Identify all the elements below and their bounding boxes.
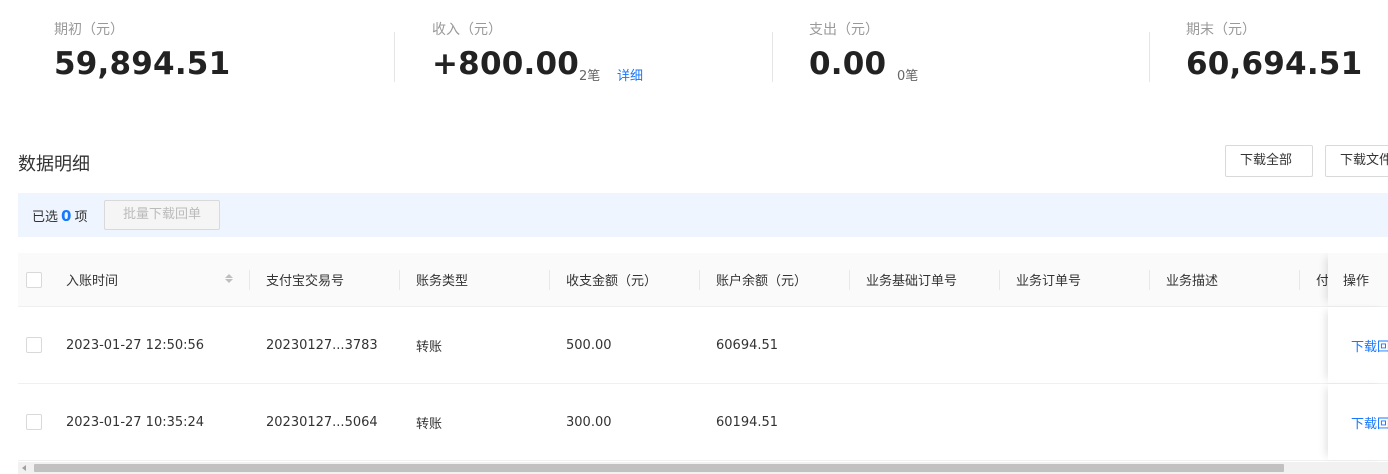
cell-time: 2023-01-27 10:35:24 bbox=[66, 414, 205, 430]
opening-balance-label: 期初（元） bbox=[54, 22, 124, 38]
income-label: 收入（元） bbox=[432, 22, 502, 38]
cell-amount: 300.00 bbox=[566, 414, 612, 430]
cell-trade-no: 20230127...5064 bbox=[266, 414, 378, 430]
header-action: 操作 bbox=[1343, 274, 1370, 289]
row-checkbox[interactable] bbox=[26, 337, 42, 353]
column-separator bbox=[999, 270, 1000, 290]
column-separator bbox=[699, 270, 700, 290]
sort-icon[interactable] bbox=[224, 273, 234, 287]
scroll-left-arrow-icon[interactable] bbox=[22, 465, 26, 471]
cell-balance: 60194.51 bbox=[716, 414, 779, 430]
income-count: 2笔 bbox=[579, 69, 601, 84]
horizontal-scrollbar[interactable] bbox=[18, 462, 1388, 474]
opening-balance-value: 59,894.51 bbox=[54, 46, 231, 82]
header-time[interactable]: 入账时间 bbox=[66, 253, 118, 306]
column-separator bbox=[1299, 270, 1300, 290]
summary-panel: 期初（元） 59,894.51 收入（元） +800.00 2笔 详细 支出（元… bbox=[0, 0, 1388, 110]
summary-divider bbox=[1149, 32, 1150, 82]
column-separator bbox=[549, 270, 550, 290]
column-separator bbox=[249, 270, 250, 290]
row-checkbox-cell bbox=[26, 307, 42, 383]
cell-amount: 500.00 bbox=[566, 337, 612, 353]
select-all-checkbox-cell bbox=[26, 253, 42, 306]
row-checkbox-cell bbox=[26, 384, 42, 460]
action-column-cell: 下载回单 bbox=[1328, 384, 1388, 460]
selection-suffix: 项 bbox=[74, 210, 88, 225]
batch-download-receipts-button[interactable]: 批量下载回单 bbox=[104, 200, 220, 230]
summary-divider bbox=[394, 32, 395, 82]
table-row[interactable]: 2023-01-27 10:35:24 20230127...5064 转账 3… bbox=[18, 384, 1388, 461]
closing-balance-value: 60,694.51 bbox=[1186, 46, 1363, 82]
column-separator bbox=[1149, 270, 1150, 290]
download-receipt-link[interactable]: 下载回单 bbox=[1351, 307, 1388, 383]
download-receipt-link[interactable]: 下载回单 bbox=[1351, 384, 1388, 460]
download-file-button[interactable]: 下载文件 bbox=[1325, 145, 1388, 177]
action-column-header: 操作 bbox=[1328, 253, 1388, 306]
header-order: 业务订单号 bbox=[1016, 274, 1082, 289]
selection-count: 0 bbox=[61, 207, 72, 225]
income-value: +800.00 bbox=[432, 46, 580, 82]
cell-type: 转账 bbox=[416, 339, 443, 355]
income-detail-link[interactable]: 详细 bbox=[617, 65, 643, 84]
cell-trade-no: 20230127...3783 bbox=[266, 337, 378, 353]
select-all-checkbox[interactable] bbox=[26, 271, 42, 288]
column-separator bbox=[399, 270, 400, 290]
header-type: 账务类型 bbox=[416, 274, 469, 289]
selection-prefix: 已选 bbox=[32, 210, 59, 225]
header-amount: 收支金额（元） bbox=[566, 274, 658, 289]
header-trade-no: 支付宝交易号 bbox=[266, 274, 345, 289]
transactions-table: 入账时间 支付宝交易号 账务类型 收支金额（元） 账户余额（元） 业务基础订单号… bbox=[18, 253, 1388, 463]
selection-bar: 已选 0 项 批量下载回单 bbox=[18, 193, 1388, 237]
table-row[interactable]: 2023-01-27 12:50:56 20230127...3783 转账 5… bbox=[18, 307, 1388, 384]
cell-time: 2023-01-27 12:50:56 bbox=[66, 337, 205, 353]
header-balance: 账户余额（元） bbox=[716, 274, 808, 289]
summary-divider bbox=[772, 32, 773, 82]
section-title: 数据明细 bbox=[18, 154, 90, 175]
cell-balance: 60694.51 bbox=[716, 337, 779, 353]
action-column-cell: 下载回单 bbox=[1328, 307, 1388, 383]
expense-count: 0笔 bbox=[897, 69, 919, 84]
scrollbar-thumb[interactable] bbox=[34, 464, 1284, 472]
header-base-order: 业务基础订单号 bbox=[866, 274, 958, 289]
selection-summary: 已选 0 项 bbox=[32, 206, 87, 225]
expense-value: 0.00 bbox=[809, 46, 887, 82]
closing-balance-label: 期末（元） bbox=[1186, 22, 1256, 38]
table-header: 入账时间 支付宝交易号 账务类型 收支金额（元） 账户余额（元） 业务基础订单号… bbox=[18, 253, 1388, 307]
expense-label: 支出（元） bbox=[809, 22, 879, 38]
download-all-button[interactable]: 下载全部 bbox=[1225, 145, 1313, 177]
row-checkbox[interactable] bbox=[26, 414, 42, 430]
column-separator bbox=[849, 270, 850, 290]
header-desc: 业务描述 bbox=[1166, 274, 1219, 289]
cell-type: 转账 bbox=[416, 416, 443, 432]
